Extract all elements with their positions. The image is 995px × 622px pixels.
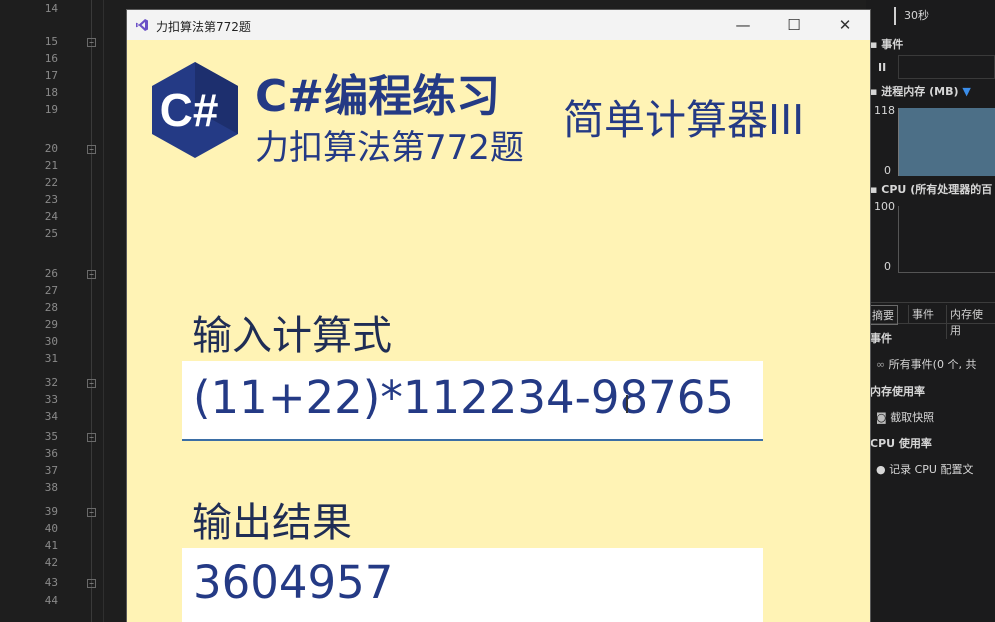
interval-label: 30秒 — [904, 9, 929, 22]
window-titlebar[interactable]: 力扣算法第772题 — ☐ ✕ — [127, 10, 870, 40]
cpu-max-label: 100 — [874, 200, 895, 213]
tab-events[interactable]: 事件 — [908, 305, 937, 323]
line-number: 22 — [44, 176, 58, 189]
line-number: 39 — [44, 505, 58, 518]
visual-studio-icon — [136, 19, 148, 31]
take-snapshot-button[interactable]: ◙ 截取快照 — [876, 409, 934, 425]
line-number: 16 — [44, 52, 58, 65]
memory-max-label: 118 — [874, 104, 895, 117]
memory-header-text: 进程内存 (MB) — [881, 85, 959, 98]
line-number: 42 — [44, 556, 58, 569]
line-number: 14 — [44, 2, 58, 15]
line-number: 29 — [44, 318, 58, 331]
line-number: 15 — [44, 35, 58, 48]
record-cpu-text: 记录 CPU 配置文 — [889, 463, 974, 476]
line-number: 19 — [44, 103, 58, 116]
line-number: 43 — [44, 576, 58, 589]
line-number: 34 — [44, 410, 58, 423]
memory-header[interactable]: ▪ 进程内存 (MB) ▼ — [870, 83, 971, 99]
line-number: 23 — [44, 193, 58, 206]
line-number: 41 — [44, 539, 58, 552]
line-number: 40 — [44, 522, 58, 535]
fold-toggle-icon[interactable]: − — [87, 433, 96, 442]
tab-memory-usage[interactable]: 内存使用 — [946, 305, 995, 339]
all-events-text: 所有事件(0 个, 共 — [888, 358, 977, 371]
text-cursor-icon — [626, 395, 628, 413]
output-label: 输出结果 — [192, 500, 352, 546]
record-cpu-button[interactable]: ● 记录 CPU 配置文 — [876, 461, 973, 477]
line-number: 25 — [44, 227, 58, 240]
line-number: 24 — [44, 210, 58, 223]
fold-toggle-icon[interactable]: − — [87, 38, 96, 47]
diagnostic-tools-panel: 30秒 ▪ 事件 II ▪ 进程内存 (MB) ▼ 118 0 ▪ CPU (所… — [866, 0, 995, 622]
minimize-button[interactable]: — — [728, 14, 758, 36]
code-editor-gutter: 14 15 − 16 17 18 19 20 − 21 22 23 24 25 26 − 27 28 29 30 31 3… — [0, 0, 127, 622]
line-number: 32 — [44, 376, 58, 389]
events-track — [898, 55, 995, 79]
page-subtitle: 力扣算法第772题 — [255, 128, 524, 168]
result-output-value: 3604957 — [193, 556, 394, 609]
logo-letter: C# — [160, 84, 219, 136]
problem-title: 简单计算器III — [563, 96, 805, 144]
memory-min-label: 0 — [884, 164, 891, 177]
line-number: 31 — [44, 352, 58, 365]
fold-guide-line — [91, 0, 92, 622]
memory-graph — [898, 108, 995, 176]
line-number: 17 — [44, 69, 58, 82]
pause-button[interactable]: II — [878, 61, 886, 74]
line-number: 33 — [44, 393, 58, 406]
fold-toggle-icon[interactable]: − — [87, 579, 96, 588]
section-cpu-title: CPU 使用率 — [870, 437, 932, 450]
input-label: 输入计算式 — [192, 313, 392, 359]
fold-toggle-icon[interactable]: − — [87, 270, 96, 279]
maximize-button[interactable]: ☐ — [779, 14, 809, 36]
events-header-text: 事件 — [881, 38, 904, 51]
fold-toggle-icon[interactable]: − — [87, 145, 96, 154]
input-focus-underline — [182, 439, 763, 441]
camera-icon: ◙ — [876, 411, 887, 424]
tab-summary[interactable]: 摘要 — [868, 305, 898, 325]
events-header[interactable]: ▪ 事件 — [870, 36, 903, 52]
line-number: 21 — [44, 159, 58, 172]
line-number: 20 — [44, 142, 58, 155]
fold-toggle-icon[interactable]: − — [87, 379, 96, 388]
section-events-title: 事件 — [870, 332, 892, 345]
fold-toggle-icon[interactable]: − — [87, 508, 96, 517]
line-number: 35 — [44, 430, 58, 443]
close-button[interactable]: ✕ — [830, 14, 860, 36]
line-number: 26 — [44, 267, 58, 280]
diagnostics-tabs: 摘要 事件 内存使用 — [866, 302, 995, 339]
cpu-header[interactable]: ▪ CPU (所有处理器的百 — [870, 181, 992, 197]
line-number: 44 — [44, 594, 58, 607]
cpu-graph — [898, 206, 995, 273]
record-dot-icon: ● — [876, 463, 886, 476]
link-icon: ∞ — [876, 358, 886, 371]
line-number: 18 — [44, 86, 58, 99]
page-title: C#编程练习 — [255, 71, 501, 122]
line-number: 36 — [44, 447, 58, 460]
take-snapshot-text: 截取快照 — [890, 411, 935, 424]
timeline-marker — [894, 7, 896, 25]
line-number: 38 — [44, 481, 58, 494]
editor-margin-line — [103, 0, 104, 622]
line-number: 27 — [44, 284, 58, 297]
cpu-min-label: 0 — [884, 260, 891, 273]
calculator-window: 力扣算法第772题 — ☐ ✕ C# C#编程练习 力扣算法第772题 简单计算… — [127, 10, 870, 622]
expression-input[interactable]: (11+22)*112234-98765 — [182, 361, 763, 441]
csharp-logo-icon: C# — [152, 62, 238, 158]
expression-input-value: (11+22)*112234-98765 — [193, 371, 735, 424]
line-number: 28 — [44, 301, 58, 314]
line-number: 37 — [44, 464, 58, 477]
all-events-link[interactable]: ∞ 所有事件(0 个, 共 — [876, 356, 976, 372]
line-number: 30 — [44, 335, 58, 348]
section-memory-title: 内存使用率 — [870, 385, 925, 398]
cpu-header-text: CPU (所有处理器的百 — [881, 183, 993, 196]
result-output: 3604957 — [182, 548, 763, 622]
window-title: 力扣算法第772题 — [156, 20, 251, 34]
